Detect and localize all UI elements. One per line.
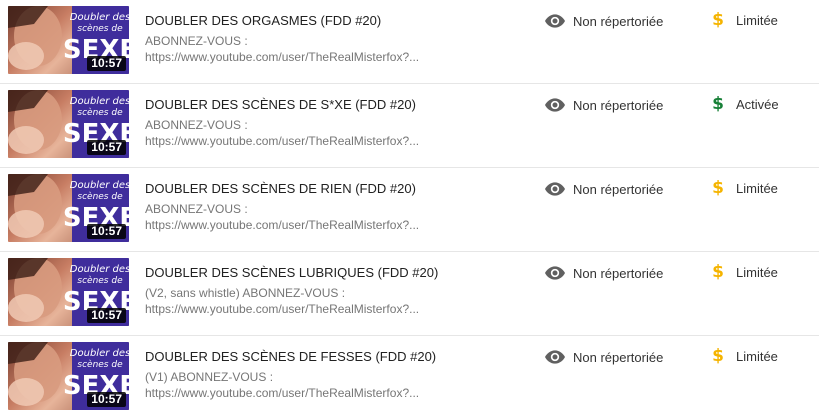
svg-text:Doubler des: Doubler des <box>70 12 129 23</box>
eye-icon <box>545 266 565 280</box>
visibility-status[interactable]: Non répertoriée <box>545 96 663 114</box>
dollar-icon: $ <box>712 262 724 282</box>
eye-icon <box>545 350 565 364</box>
video-row[interactable]: Doubler des scènes de SEXE 10:57 DOUBLER… <box>0 0 819 84</box>
video-title[interactable]: DOUBLER DES SCÈNES DE FESSES (FDD #20) <box>145 349 505 365</box>
video-thumbnail[interactable]: Doubler des scènes de SEXE 10:57 <box>8 6 129 74</box>
monetization-status[interactable]: $ Limitée <box>710 178 778 198</box>
video-row[interactable]: Doubler des scènes de SEXE 10:57 DOUBLER… <box>0 168 819 252</box>
svg-text:scènes de: scènes de <box>77 23 123 34</box>
visibility-status[interactable]: Non répertoriée <box>545 12 663 30</box>
dollar-icon: $ <box>712 178 724 198</box>
svg-text:Doubler des: Doubler des <box>70 96 129 107</box>
eye-icon <box>545 98 565 112</box>
svg-text:scènes de: scènes de <box>77 107 123 118</box>
dollar-icon: $ <box>712 94 724 114</box>
video-title[interactable]: DOUBLER DES SCÈNES DE RIEN (FDD #20) <box>145 181 505 197</box>
video-thumbnail[interactable]: Doubler des scènes de SEXE 10:57 <box>8 342 129 410</box>
video-description: (V2, sans whistle) ABONNEZ-VOUS : https:… <box>145 285 475 317</box>
monetization-label: Limitée <box>736 348 778 364</box>
description-line: ABONNEZ-VOUS : <box>145 34 248 48</box>
video-duration: 10:57 <box>87 140 126 155</box>
video-description: (V1) ABONNEZ-VOUS : https://www.youtube.… <box>145 369 475 401</box>
visibility-status[interactable]: Non répertoriée <box>545 180 663 198</box>
eye-icon <box>545 14 565 28</box>
video-row[interactable]: Doubler des scènes de SEXE 10:57 DOUBLER… <box>0 336 819 420</box>
monetization-label: Limitée <box>736 12 778 28</box>
video-description: ABONNEZ-VOUS : https://www.youtube.com/u… <box>145 33 475 65</box>
monetization-status[interactable]: $ Activée <box>710 94 779 114</box>
video-thumbnail[interactable]: Doubler des scènes de SEXE 10:57 <box>8 174 129 242</box>
description-line: ABONNEZ-VOUS : <box>145 118 248 132</box>
svg-text:Doubler des: Doubler des <box>70 264 129 275</box>
visibility-label: Non répertoriée <box>573 181 664 197</box>
video-duration: 10:57 <box>87 224 126 239</box>
video-duration: 10:57 <box>87 392 126 407</box>
monetization-label: Activée <box>736 96 779 112</box>
description-line: https://www.youtube.com/user/TheRealMist… <box>145 218 420 232</box>
video-list: Doubler des scènes de SEXE 10:57 DOUBLER… <box>0 0 819 420</box>
description-line: (V2, sans whistle) ABONNEZ-VOUS : <box>145 286 346 300</box>
video-row[interactable]: Doubler des scènes de SEXE 10:57 DOUBLER… <box>0 84 819 168</box>
description-line: ABONNEZ-VOUS : <box>145 202 248 216</box>
description-line: https://www.youtube.com/user/TheRealMist… <box>145 302 420 316</box>
visibility-label: Non répertoriée <box>573 349 664 365</box>
video-duration: 10:57 <box>87 56 126 71</box>
svg-text:scènes de: scènes de <box>77 275 123 286</box>
description-line: https://www.youtube.com/user/TheRealMist… <box>145 134 420 148</box>
video-title[interactable]: DOUBLER DES SCÈNES DE S*XE (FDD #20) <box>145 97 505 113</box>
visibility-label: Non répertoriée <box>573 265 664 281</box>
monetization-label: Limitée <box>736 180 778 196</box>
svg-text:scènes de: scènes de <box>77 359 123 370</box>
eye-icon <box>545 182 565 196</box>
monetization-status[interactable]: $ Limitée <box>710 10 778 30</box>
monetization-status[interactable]: $ Limitée <box>710 262 778 282</box>
video-title[interactable]: DOUBLER DES SCÈNES LUBRIQUES (FDD #20) <box>145 265 505 281</box>
video-description: ABONNEZ-VOUS : https://www.youtube.com/u… <box>145 201 475 233</box>
video-thumbnail[interactable]: Doubler des scènes de SEXE 10:57 <box>8 258 129 326</box>
dollar-icon: $ <box>712 10 724 30</box>
video-row[interactable]: Doubler des scènes de SEXE 10:57 DOUBLER… <box>0 252 819 336</box>
dollar-icon: $ <box>712 346 724 366</box>
svg-text:scènes de: scènes de <box>77 191 123 202</box>
svg-text:Doubler des: Doubler des <box>70 348 129 359</box>
monetization-label: Limitée <box>736 264 778 280</box>
video-thumbnail[interactable]: Doubler des scènes de SEXE 10:57 <box>8 90 129 158</box>
video-description: ABONNEZ-VOUS : https://www.youtube.com/u… <box>145 117 475 149</box>
visibility-label: Non répertoriée <box>573 13 664 29</box>
visibility-label: Non répertoriée <box>573 97 664 113</box>
visibility-status[interactable]: Non répertoriée <box>545 348 663 366</box>
description-line: https://www.youtube.com/user/TheRealMist… <box>145 50 420 64</box>
video-title[interactable]: DOUBLER DES ORGASMES (FDD #20) <box>145 13 505 29</box>
visibility-status[interactable]: Non répertoriée <box>545 264 663 282</box>
monetization-status[interactable]: $ Limitée <box>710 346 778 366</box>
description-line: (V1) ABONNEZ-VOUS : <box>145 370 274 384</box>
svg-text:Doubler des: Doubler des <box>70 180 129 191</box>
description-line: https://www.youtube.com/user/TheRealMist… <box>145 386 420 400</box>
video-duration: 10:57 <box>87 308 126 323</box>
